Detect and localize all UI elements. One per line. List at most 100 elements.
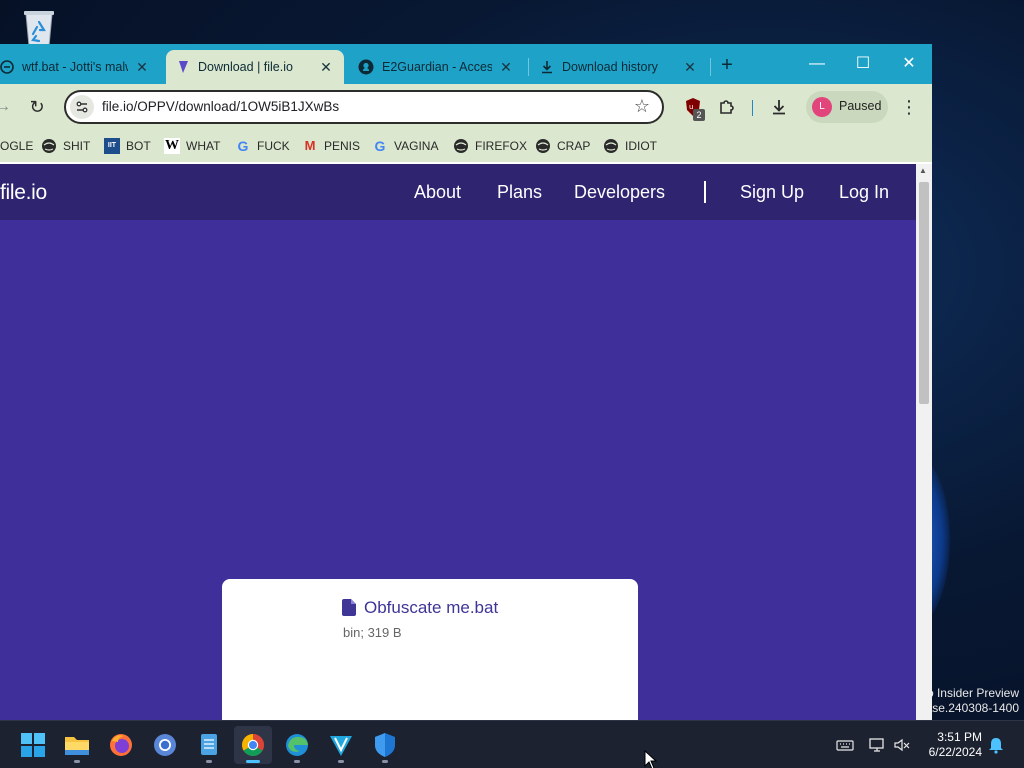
avatar: L: [812, 97, 832, 117]
bookmark-item[interactable]: SHIT: [41, 137, 90, 155]
browser-window: wtf.bat - Jotti's malw ✕ Download | file…: [0, 44, 932, 720]
mouse-cursor-icon: [644, 749, 658, 768]
wikipedia-icon: W: [164, 138, 180, 154]
tab-separator: [710, 58, 711, 76]
firefox-button[interactable]: [102, 726, 140, 764]
profile-button[interactable]: L Paused: [806, 91, 888, 123]
windows-security-button[interactable]: [366, 726, 404, 764]
clock-time: 3:51 PM: [937, 730, 982, 744]
close-icon[interactable]: ✕: [682, 59, 698, 76]
gmail-icon: M: [304, 138, 316, 153]
globe-icon: [603, 138, 619, 154]
bookmark-item[interactable]: FIREFOX: [453, 137, 527, 155]
globe-icon: [41, 138, 57, 154]
start-button[interactable]: [14, 726, 52, 764]
volume-muted-icon[interactable]: [893, 736, 911, 754]
site-logo[interactable]: file.io: [0, 181, 47, 205]
reload-button[interactable]: ↻: [24, 94, 50, 120]
file-explorer-icon: [65, 737, 89, 755]
downloads-button[interactable]: [766, 94, 792, 120]
bookmark-label: CRAP: [557, 139, 591, 153]
tab-download-history[interactable]: Download history ✕: [530, 50, 708, 84]
file-icon: [342, 599, 356, 616]
nav-developers-link[interactable]: Developers: [574, 182, 665, 203]
close-icon[interactable]: ✕: [318, 59, 334, 76]
nav-plans-link[interactable]: Plans: [497, 182, 542, 203]
clock-date: 6/22/2024: [928, 745, 982, 759]
browser-toolbar: → ↻ file.io/OPPV/download/1OW5iB1JXwBs ☆…: [0, 84, 932, 130]
site-info-icon[interactable]: [70, 95, 94, 119]
chromium-icon: [154, 734, 176, 756]
tab-fileio[interactable]: Download | file.io ✕: [166, 50, 344, 84]
active-indicator: [246, 760, 260, 763]
start-icon: [21, 733, 45, 757]
maximize-button[interactable]: ☐: [840, 50, 886, 78]
close-icon[interactable]: ✕: [498, 59, 514, 76]
chrome-button[interactable]: [234, 726, 272, 764]
minimize-button[interactable]: —: [794, 50, 840, 78]
close-window-button[interactable]: ✕: [886, 50, 932, 78]
browser-menu-button[interactable]: ⋮: [896, 94, 922, 120]
running-indicator: [74, 760, 80, 763]
notepad-button[interactable]: [190, 726, 228, 764]
file-name[interactable]: Obfuscate me.bat: [364, 598, 498, 618]
os-build-watermark: o Insider Preview ease.240308-1400: [919, 686, 1019, 716]
tab-e2guardian[interactable]: E2Guardian - Access ✕: [348, 50, 524, 84]
bookmark-star-icon[interactable]: ☆: [634, 96, 650, 117]
nav-log-in-link[interactable]: Log In: [839, 182, 889, 203]
bookmark-label: WHAT: [186, 139, 221, 153]
bookmark-item[interactable]: W WHAT: [164, 137, 220, 155]
tab-jotti[interactable]: wtf.bat - Jotti's malw ✕: [0, 50, 160, 84]
page-viewport: file.io About Plans Developers Sign Up L…: [0, 164, 916, 720]
address-bar[interactable]: file.io/OPPV/download/1OW5iB1JXwBs ☆: [64, 90, 664, 124]
file-explorer-button[interactable]: [58, 726, 96, 764]
watermark-line-1: o Insider Preview: [926, 686, 1019, 700]
edge-button[interactable]: [278, 726, 316, 764]
site-header: file.io About Plans Developers Sign Up L…: [0, 164, 916, 220]
page-scrollbar[interactable]: ▲: [916, 164, 932, 720]
notification-bell-icon[interactable]: [987, 736, 1005, 754]
network-icon[interactable]: [868, 736, 886, 754]
vpn-button[interactable]: [322, 726, 360, 764]
extensions-puzzle-icon[interactable]: [714, 94, 740, 120]
bookmark-item[interactable]: OGLE: [0, 137, 33, 155]
extension-badge: 2: [693, 109, 705, 121]
firefox-icon: [110, 734, 132, 756]
new-tab-button[interactable]: +: [714, 52, 740, 78]
iit-icon: IIT: [104, 138, 120, 154]
bookmark-label: SHIT: [63, 139, 91, 153]
jotti-icon: [0, 60, 14, 74]
taskbar: 3:51 PM 6/22/2024: [0, 720, 1024, 768]
nav-about-link[interactable]: About: [414, 182, 461, 203]
tab-title: Download history: [562, 60, 658, 74]
bookmark-item[interactable]: G FUCK: [235, 137, 290, 155]
running-indicator: [294, 760, 300, 763]
bookmarks-bar: OGLE SHIT IIT BOT W WHAT G FUCK M PENIS …: [0, 130, 932, 162]
file-card: Obfuscate me.bat bin; 319 B: [222, 579, 638, 720]
bookmark-item[interactable]: G VAGINA: [372, 137, 439, 155]
keyboard-icon[interactable]: [836, 736, 854, 754]
recycle-bin-icon[interactable]: [20, 8, 58, 48]
notepad-icon: [201, 734, 217, 755]
scrollbar-thumb[interactable]: [919, 182, 929, 404]
profile-status-label: Paused: [839, 99, 882, 113]
bookmark-item[interactable]: M PENIS: [302, 137, 360, 155]
chromium-button[interactable]: [146, 726, 184, 764]
nav-divider: [704, 181, 706, 203]
globe-icon: [453, 138, 469, 154]
google-icon: G: [374, 138, 386, 154]
chrome-icon: [242, 734, 264, 756]
tab-title: Download | file.io: [198, 60, 293, 74]
forward-button[interactable]: →: [0, 94, 16, 120]
bookmark-label: FIREFOX: [475, 139, 528, 153]
watermark-line-2: ease.240308-1400: [918, 701, 1019, 715]
bookmark-item[interactable]: IDIOT: [603, 137, 657, 155]
nav-sign-up-link[interactable]: Sign Up: [740, 182, 804, 203]
url-text[interactable]: file.io/OPPV/download/1OW5iB1JXwBs: [102, 99, 339, 114]
bookmark-item[interactable]: CRAP: [535, 137, 590, 155]
bookmark-item[interactable]: IIT BOT: [104, 137, 151, 155]
google-icon: G: [237, 138, 249, 154]
close-icon[interactable]: ✕: [134, 59, 150, 76]
system-clock[interactable]: 3:51 PM 6/22/2024: [929, 730, 982, 760]
scroll-up-arrow-icon[interactable]: ▲: [919, 166, 927, 175]
